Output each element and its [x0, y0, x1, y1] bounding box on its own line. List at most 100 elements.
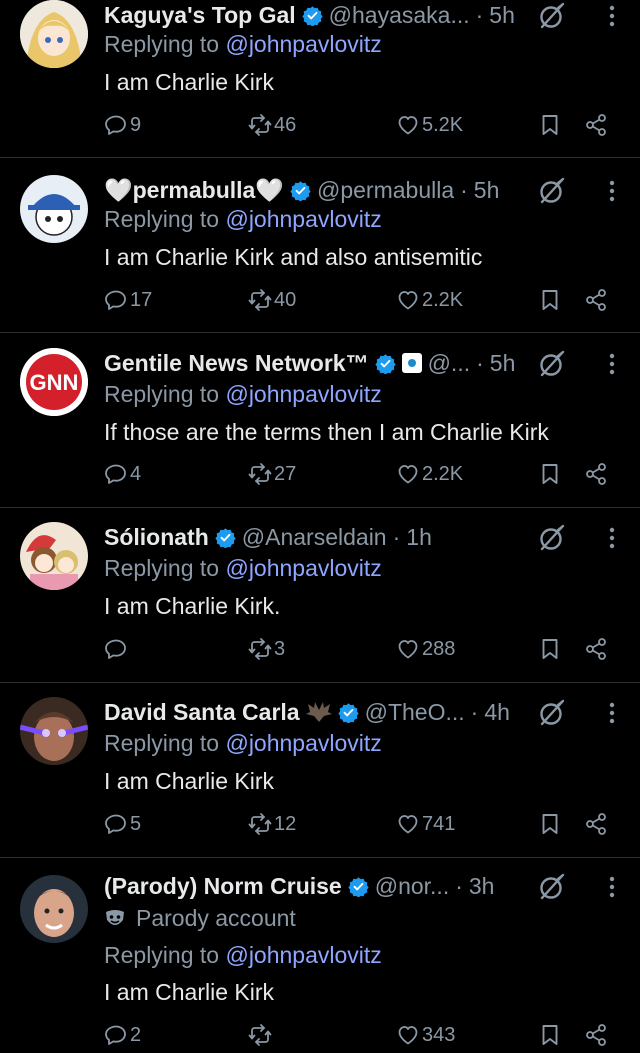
divider: [0, 157, 640, 158]
tweet-card[interactable]: David Santa Carla @TheO... · 4h Replying…: [0, 697, 640, 854]
more-options-icon[interactable]: [608, 179, 616, 203]
like-button[interactable]: 288: [396, 637, 455, 661]
avatar[interactable]: [20, 875, 88, 943]
bookmark-button[interactable]: [538, 1023, 562, 1047]
reply-button[interactable]: 2: [104, 1023, 141, 1047]
reply-count: 9: [130, 113, 142, 136]
reply-icon: [104, 462, 128, 486]
heart-icon: [396, 288, 420, 312]
action-bar: 4 27 2.2K: [104, 462, 624, 492]
like-button[interactable]: 343: [396, 1023, 455, 1047]
tweet-text: I am Charlie Kirk: [104, 768, 274, 794]
share-button[interactable]: [584, 637, 608, 661]
timestamp[interactable]: 3h: [469, 873, 495, 900]
share-button[interactable]: [584, 288, 608, 312]
retweet-button[interactable]: 46: [248, 113, 296, 137]
mention-link[interactable]: @johnpavlovitz: [225, 31, 381, 57]
tweet-card[interactable]: Kaguya's Top Gal @hayasaka... · 5h Reply…: [0, 0, 640, 157]
reply-button[interactable]: 5: [104, 812, 141, 836]
more-options-icon[interactable]: [608, 4, 616, 28]
grok-icon[interactable]: [538, 350, 566, 378]
mention-link[interactable]: @johnpavlovitz: [225, 730, 381, 756]
avatar[interactable]: [20, 697, 88, 765]
handle[interactable]: @nor...: [375, 873, 450, 900]
like-button[interactable]: 2.2K: [396, 288, 463, 312]
retweet-count: 40: [274, 288, 297, 311]
tweet-card[interactable]: GNN Gentile News Network™ @... · 5h Repl…: [0, 348, 640, 505]
retweet-button[interactable]: 27: [248, 462, 296, 486]
handle[interactable]: @...: [428, 350, 471, 377]
more-options-icon[interactable]: [608, 352, 616, 376]
display-name[interactable]: Kaguya's Top Gal: [104, 2, 296, 29]
retweet-count: 46: [274, 113, 297, 136]
display-name[interactable]: 🤍permabulla🤍: [104, 177, 284, 204]
tweet-text: If those are the terms then I am Charlie…: [104, 419, 549, 445]
display-name[interactable]: (Parody) Norm Cruise: [104, 873, 342, 900]
tweet-card[interactable]: Sólionath @Anarseldain · 1h Replying to …: [0, 522, 640, 679]
dot-separator: ·: [475, 1, 484, 28]
display-name[interactable]: David Santa Carla: [104, 699, 300, 726]
avatar[interactable]: [20, 522, 88, 590]
grok-icon[interactable]: [538, 873, 566, 901]
timestamp[interactable]: 5h: [474, 177, 500, 204]
retweet-button[interactable]: [248, 1023, 274, 1047]
like-button[interactable]: 2.2K: [396, 462, 463, 486]
avatar[interactable]: GNN: [20, 348, 88, 416]
tweet-card[interactable]: 🤍permabulla🤍 @permabulla · 5h Replying t…: [0, 175, 640, 332]
grok-icon[interactable]: [538, 699, 566, 727]
handle[interactable]: @permabulla: [317, 177, 454, 204]
replying-prefix: Replying to: [104, 31, 226, 57]
grok-icon[interactable]: [538, 177, 566, 205]
reply-button[interactable]: 4: [104, 462, 141, 486]
handle[interactable]: @hayasaka...: [329, 2, 470, 29]
display-name[interactable]: Sólionath: [104, 524, 209, 551]
mention-link[interactable]: @johnpavlovitz: [225, 206, 381, 232]
timestamp[interactable]: 1h: [406, 524, 432, 551]
bookmark-button[interactable]: [538, 812, 562, 836]
avatar[interactable]: [20, 175, 88, 243]
mention-link[interactable]: @johnpavlovitz: [225, 381, 381, 407]
like-count: 343: [422, 1023, 456, 1046]
share-icon: [584, 812, 608, 836]
action-bar: 17 40 2.2K: [104, 288, 624, 318]
action-bar: 5 12 741: [104, 812, 624, 842]
parody-label: Parody account: [104, 905, 296, 932]
more-options-icon[interactable]: [608, 875, 616, 899]
share-button[interactable]: [584, 812, 608, 836]
retweet-button[interactable]: 3: [248, 637, 285, 661]
grok-icon[interactable]: [538, 524, 566, 552]
like-button[interactable]: 5.2K: [396, 113, 463, 137]
replying-prefix: Replying to: [104, 206, 226, 232]
mention-link[interactable]: @johnpavlovitz: [225, 555, 381, 581]
retweet-icon: [248, 812, 272, 836]
bookmark-button[interactable]: [538, 113, 562, 137]
reply-button[interactable]: 17: [104, 288, 152, 312]
timestamp[interactable]: 5h: [489, 2, 515, 29]
display-name[interactable]: Gentile News Network™: [104, 350, 369, 377]
retweet-button[interactable]: 12: [248, 812, 296, 836]
handle[interactable]: @Anarseldain: [242, 524, 387, 551]
affiliate-badge-icon: [401, 353, 422, 373]
avatar[interactable]: [20, 0, 88, 68]
tweet-card[interactable]: (Parody) Norm Cruise @nor... · 3h Parody…: [0, 871, 640, 1050]
bookmark-button[interactable]: [538, 462, 562, 486]
bookmark-button[interactable]: [538, 637, 562, 661]
like-button[interactable]: 741: [396, 812, 455, 836]
more-options-icon[interactable]: [608, 526, 616, 550]
share-button[interactable]: [584, 113, 608, 137]
timestamp[interactable]: 5h: [490, 350, 516, 377]
reply-button[interactable]: [104, 637, 130, 661]
handle[interactable]: @TheO...: [365, 699, 465, 726]
more-options-icon[interactable]: [608, 701, 616, 725]
share-button[interactable]: [584, 1023, 608, 1047]
retweet-button[interactable]: 40: [248, 288, 296, 312]
bookmark-button[interactable]: [538, 288, 562, 312]
timestamp[interactable]: 4h: [484, 699, 510, 726]
reply-button[interactable]: 9: [104, 113, 141, 137]
share-button[interactable]: [584, 462, 608, 486]
replying-prefix: Replying to: [104, 942, 226, 968]
action-bar: 9 46 5.2K: [104, 113, 624, 143]
grok-icon[interactable]: [538, 2, 566, 30]
mention-link[interactable]: @johnpavlovitz: [225, 942, 381, 968]
retweet-icon: [248, 462, 272, 486]
